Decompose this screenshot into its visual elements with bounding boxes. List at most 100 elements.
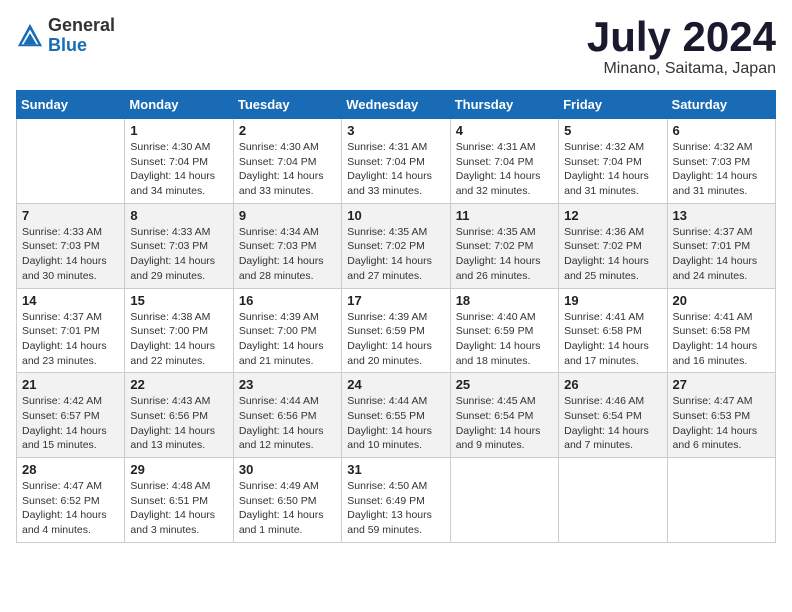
calendar-cell: 6 Sunrise: 4:32 AM Sunset: 7:03 PM Daylig… (667, 119, 775, 204)
day-number: 29 (130, 462, 227, 477)
day-number: 19 (564, 293, 661, 308)
calendar-header-row: SundayMondayTuesdayWednesdayThursdayFrid… (17, 91, 776, 119)
calendar-cell: 2 Sunrise: 4:30 AM Sunset: 7:04 PM Daylig… (233, 119, 341, 204)
calendar-cell: 23 Sunrise: 4:44 AM Sunset: 6:56 PM Dayli… (233, 373, 341, 458)
calendar-cell: 27Sunrise: 4:47 AM Sunset: 6:53 PM Dayli… (667, 373, 775, 458)
calendar-week-row: 21 Sunrise: 4:42 AM Sunset: 6:57 PM Dayli… (17, 373, 776, 458)
day-info: Sunrise: 4:34 AM Sunset: 7:03 PM Dayligh… (239, 225, 336, 284)
day-info: Sunrise: 4:35 AM Sunset: 7:02 PM Dayligh… (456, 225, 553, 284)
day-number: 3 (347, 123, 444, 138)
logo-icon (16, 22, 44, 50)
calendar-cell (17, 119, 125, 204)
day-number: 17 (347, 293, 444, 308)
day-number: 10 (347, 208, 444, 223)
day-number: 11 (456, 208, 553, 223)
day-number: 22 (130, 377, 227, 392)
calendar-cell (559, 458, 667, 543)
location: Minano, Saitama, Japan (587, 60, 776, 78)
day-number: 18 (456, 293, 553, 308)
day-info: Sunrise: 4:32 AM Sunset: 7:03 PM Dayligh… (673, 140, 770, 199)
title-block: July 2024 Minano, Saitama, Japan (587, 16, 776, 78)
calendar-cell: 4 Sunrise: 4:31 AM Sunset: 7:04 PM Daylig… (450, 119, 558, 204)
calendar-week-row: 14Sunrise: 4:37 AM Sunset: 7:01 PM Dayli… (17, 288, 776, 373)
page-header: General Blue July 2024 Minano, Saitama, … (16, 16, 776, 78)
calendar-cell: 16 Sunrise: 4:39 AM Sunset: 7:00 PM Dayli… (233, 288, 341, 373)
calendar-cell: 22 Sunrise: 4:43 AM Sunset: 6:56 PM Dayli… (125, 373, 233, 458)
weekday-header: Friday (559, 91, 667, 119)
day-info: Sunrise: 4:43 AM Sunset: 6:56 PM Dayligh… (130, 394, 227, 453)
calendar-cell: 11 Sunrise: 4:35 AM Sunset: 7:02 PM Dayli… (450, 203, 558, 288)
day-info: Sunrise: 4:30 AM Sunset: 7:04 PM Dayligh… (130, 140, 227, 199)
month-title: July 2024 (587, 16, 776, 58)
day-number: 4 (456, 123, 553, 138)
calendar-table: SundayMondayTuesdayWednesdayThursdayFrid… (16, 90, 776, 543)
day-number: 25 (456, 377, 553, 392)
day-info: Sunrise: 4:49 AM Sunset: 6:50 PM Dayligh… (239, 479, 336, 538)
calendar-cell: 9 Sunrise: 4:34 AM Sunset: 7:03 PM Daylig… (233, 203, 341, 288)
logo-text: General Blue (48, 16, 115, 56)
calendar-cell: 31 Sunrise: 4:50 AM Sunset: 6:49 PM Dayli… (342, 458, 450, 543)
calendar-cell: 26 Sunrise: 4:46 AM Sunset: 6:54 PM Dayli… (559, 373, 667, 458)
weekday-header: Saturday (667, 91, 775, 119)
day-number: 5 (564, 123, 661, 138)
day-info: Sunrise: 4:50 AM Sunset: 6:49 PM Dayligh… (347, 479, 444, 538)
day-number: 1 (130, 123, 227, 138)
weekday-header: Tuesday (233, 91, 341, 119)
day-number: 8 (130, 208, 227, 223)
day-number: 21 (22, 377, 119, 392)
day-info: Sunrise: 4:45 AM Sunset: 6:54 PM Dayligh… (456, 394, 553, 453)
calendar-cell: 15 Sunrise: 4:38 AM Sunset: 7:00 PM Dayli… (125, 288, 233, 373)
day-info: Sunrise: 4:33 AM Sunset: 7:03 PM Dayligh… (22, 225, 119, 284)
logo-blue: Blue (48, 36, 115, 56)
day-number: 12 (564, 208, 661, 223)
day-info: Sunrise: 4:37 AM Sunset: 7:01 PM Dayligh… (673, 225, 770, 284)
day-info: Sunrise: 4:32 AM Sunset: 7:04 PM Dayligh… (564, 140, 661, 199)
day-number: 15 (130, 293, 227, 308)
calendar-cell (450, 458, 558, 543)
day-info: Sunrise: 4:35 AM Sunset: 7:02 PM Dayligh… (347, 225, 444, 284)
day-info: Sunrise: 4:39 AM Sunset: 7:00 PM Dayligh… (239, 310, 336, 369)
day-info: Sunrise: 4:31 AM Sunset: 7:04 PM Dayligh… (347, 140, 444, 199)
day-info: Sunrise: 4:38 AM Sunset: 7:00 PM Dayligh… (130, 310, 227, 369)
calendar-cell: 3 Sunrise: 4:31 AM Sunset: 7:04 PM Daylig… (342, 119, 450, 204)
day-info: Sunrise: 4:37 AM Sunset: 7:01 PM Dayligh… (22, 310, 119, 369)
day-number: 23 (239, 377, 336, 392)
logo-general: General (48, 16, 115, 36)
logo: General Blue (16, 16, 115, 56)
day-info: Sunrise: 4:46 AM Sunset: 6:54 PM Dayligh… (564, 394, 661, 453)
day-number: 26 (564, 377, 661, 392)
day-info: Sunrise: 4:44 AM Sunset: 6:55 PM Dayligh… (347, 394, 444, 453)
calendar-cell: 17 Sunrise: 4:39 AM Sunset: 6:59 PM Dayli… (342, 288, 450, 373)
day-info: Sunrise: 4:39 AM Sunset: 6:59 PM Dayligh… (347, 310, 444, 369)
day-number: 6 (673, 123, 770, 138)
day-info: Sunrise: 4:40 AM Sunset: 6:59 PM Dayligh… (456, 310, 553, 369)
day-number: 2 (239, 123, 336, 138)
day-number: 20 (673, 293, 770, 308)
calendar-cell: 20Sunrise: 4:41 AM Sunset: 6:58 PM Dayli… (667, 288, 775, 373)
day-info: Sunrise: 4:36 AM Sunset: 7:02 PM Dayligh… (564, 225, 661, 284)
weekday-header: Thursday (450, 91, 558, 119)
calendar-cell: 30Sunrise: 4:49 AM Sunset: 6:50 PM Dayli… (233, 458, 341, 543)
calendar-cell: 25 Sunrise: 4:45 AM Sunset: 6:54 PM Dayli… (450, 373, 558, 458)
calendar-cell: 21 Sunrise: 4:42 AM Sunset: 6:57 PM Dayli… (17, 373, 125, 458)
calendar-cell: 7Sunrise: 4:33 AM Sunset: 7:03 PM Daylig… (17, 203, 125, 288)
day-info: Sunrise: 4:48 AM Sunset: 6:51 PM Dayligh… (130, 479, 227, 538)
day-info: Sunrise: 4:44 AM Sunset: 6:56 PM Dayligh… (239, 394, 336, 453)
weekday-header: Monday (125, 91, 233, 119)
day-number: 28 (22, 462, 119, 477)
calendar-cell: 13Sunrise: 4:37 AM Sunset: 7:01 PM Dayli… (667, 203, 775, 288)
weekday-header: Wednesday (342, 91, 450, 119)
calendar-week-row: 28Sunrise: 4:47 AM Sunset: 6:52 PM Dayli… (17, 458, 776, 543)
calendar-week-row: 1 Sunrise: 4:30 AM Sunset: 7:04 PM Daylig… (17, 119, 776, 204)
day-info: Sunrise: 4:31 AM Sunset: 7:04 PM Dayligh… (456, 140, 553, 199)
day-number: 16 (239, 293, 336, 308)
calendar-cell: 14Sunrise: 4:37 AM Sunset: 7:01 PM Dayli… (17, 288, 125, 373)
day-number: 9 (239, 208, 336, 223)
day-info: Sunrise: 4:42 AM Sunset: 6:57 PM Dayligh… (22, 394, 119, 453)
day-number: 24 (347, 377, 444, 392)
day-info: Sunrise: 4:30 AM Sunset: 7:04 PM Dayligh… (239, 140, 336, 199)
calendar-cell: 19Sunrise: 4:41 AM Sunset: 6:58 PM Dayli… (559, 288, 667, 373)
calendar-cell: 5 Sunrise: 4:32 AM Sunset: 7:04 PM Daylig… (559, 119, 667, 204)
day-number: 31 (347, 462, 444, 477)
calendar-cell: 10 Sunrise: 4:35 AM Sunset: 7:02 PM Dayli… (342, 203, 450, 288)
